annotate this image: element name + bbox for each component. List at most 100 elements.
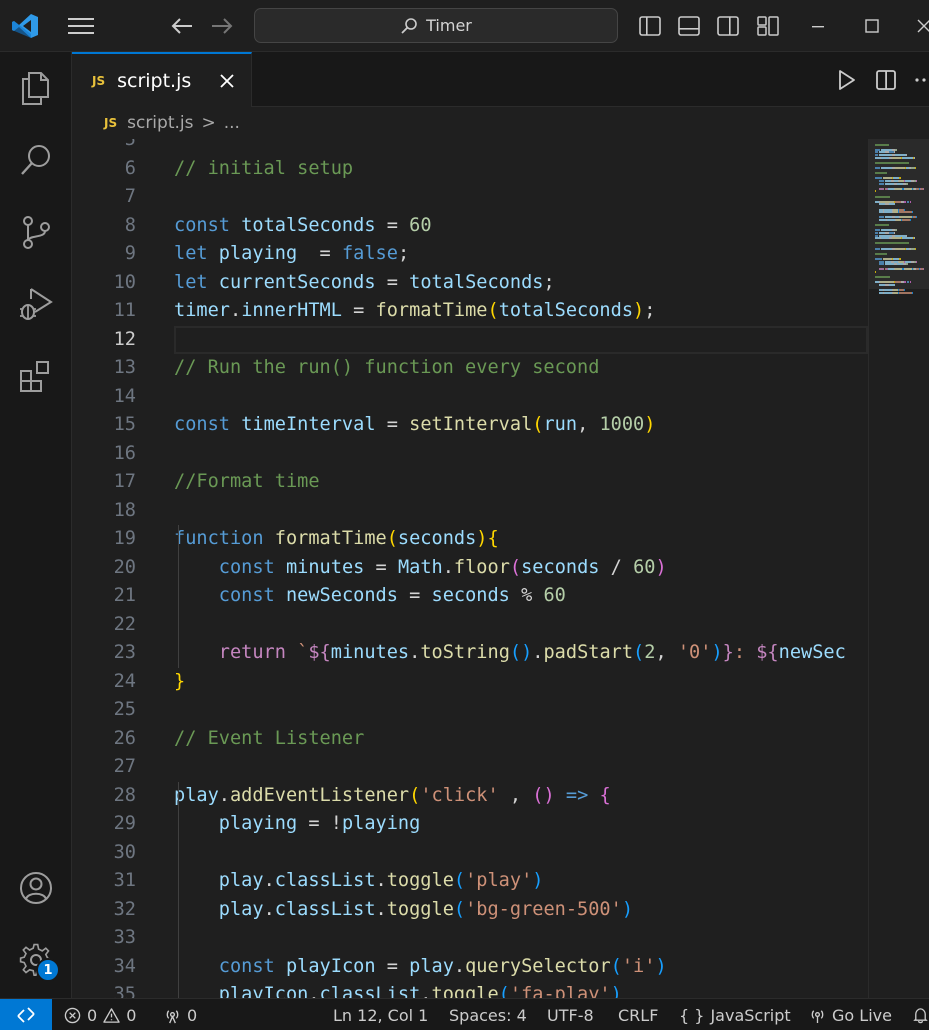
activity-extensions[interactable] [14, 354, 58, 398]
code-line[interactable]: 22 [72, 611, 868, 640]
code-text: playIcon.classList.toggle('fa-play') [218, 984, 622, 998]
minimap[interactable] [868, 139, 929, 998]
code-line[interactable]: 6 // initial setup [72, 155, 868, 184]
activity-explorer[interactable] [14, 66, 58, 110]
toggle-panel-icon[interactable] [677, 14, 701, 38]
customize-layout-icon[interactable] [756, 14, 780, 38]
activity-source-control[interactable] [14, 210, 58, 254]
minimap-token [875, 242, 909, 245]
code-line[interactable]: 10 let currentSeconds = totalSeconds; [72, 269, 868, 298]
line-number: 34 [113, 955, 136, 977]
search-text: Timer [426, 16, 472, 35]
run-icon[interactable] [834, 68, 858, 92]
encoding[interactable]: UTF-8 [547, 999, 594, 1030]
code-line[interactable]: 14 [72, 383, 868, 412]
minimap-token [885, 182, 894, 185]
line-number: 5 [124, 139, 136, 150]
problems-indicator[interactable]: 0 0 [64, 999, 136, 1030]
code-line[interactable]: 20 const minutes = Math.floor(seconds / … [72, 554, 868, 583]
menu-icon[interactable] [66, 14, 96, 38]
code-text: let playing = false; [174, 243, 410, 264]
more-actions-icon[interactable] [912, 68, 929, 92]
code-line[interactable]: 12 [72, 325, 868, 354]
ports-count: 0 [187, 1005, 198, 1025]
line-number: 21 [113, 585, 136, 606]
minimap-token [875, 172, 887, 175]
code-line[interactable]: 30 [72, 839, 868, 868]
code-line[interactable]: 7 [72, 183, 868, 212]
line-number: 24 [113, 670, 136, 692]
code-text: //Format time [174, 471, 320, 492]
tab-label: script.js [117, 69, 192, 92]
ports-indicator[interactable]: 0 [164, 999, 197, 1030]
forward-arrow-icon[interactable] [208, 13, 236, 39]
toggle-primary-sidebar-icon[interactable] [638, 14, 662, 38]
minimap-token [884, 291, 892, 294]
code-line[interactable]: 18 [72, 497, 868, 526]
code-line[interactable]: 8 const totalSeconds = 60 [72, 212, 868, 241]
maximize-icon[interactable] [860, 14, 884, 38]
code-line[interactable]: 35 playIcon.classList.toggle('fa-play') [72, 981, 868, 998]
minimap-token [875, 271, 876, 273]
notifications[interactable] [912, 999, 929, 1030]
code-line[interactable]: 23 return `${minutes.toString().padStart… [72, 639, 868, 668]
minimap-token [895, 268, 902, 271]
run-debug-icon [20, 288, 53, 320]
code-line[interactable]: 21 const newSeconds = seconds % 60 [72, 582, 868, 611]
tab-script-js[interactable]: JS script.js [72, 52, 252, 107]
code-text: play.classList.toggle('play') [218, 870, 544, 891]
go-live-button[interactable]: Go Live [809, 999, 892, 1030]
code-line[interactable]: 11 timer.innerHTML = formatTime(totalSeco… [72, 297, 868, 326]
vscode-logo-icon[interactable] [10, 12, 40, 40]
code-line[interactable]: 17 //Format time [72, 468, 868, 497]
line-number: 11 [113, 300, 136, 321]
breadcrumb-separator: > [201, 113, 216, 133]
activity-search[interactable] [14, 138, 58, 182]
status-bar: 0 0 0 Ln 12, Col 1 Spaces: 4 UTF-8 CRLF … [0, 998, 929, 1030]
minimap-token [916, 216, 917, 219]
minimap-token [912, 291, 913, 294]
code-line[interactable]: 13 // Run the run() function every second [72, 354, 868, 383]
toggle-secondary-sidebar-icon[interactable] [716, 14, 740, 38]
code-editor[interactable]: 5 6 // initial setup 7 8 const totalSeconds =… [72, 139, 868, 998]
error-icon [64, 1007, 81, 1023]
end-of-line[interactable]: CRLF [618, 999, 658, 1030]
split-editor-icon[interactable] [874, 68, 898, 92]
minimap-token [923, 268, 924, 271]
minimap-token [899, 291, 912, 294]
code-text: const newSeconds = seconds % 60 [218, 585, 566, 606]
line-number: 17 [113, 471, 136, 492]
minimize-icon[interactable] [806, 14, 830, 38]
command-center-search[interactable]: Timer [254, 8, 618, 43]
code-line[interactable]: 34 const playIcon = play.querySelector('… [72, 953, 868, 982]
close-window-icon[interactable] [912, 14, 929, 38]
code-line[interactable]: 5 [72, 139, 868, 155]
code-line[interactable]: 27 [72, 753, 868, 782]
minimap-token [910, 219, 911, 221]
minimap-token [875, 161, 909, 164]
code-line[interactable]: 26 // Event Listener [72, 725, 868, 754]
code-line[interactable]: 32 play.classList.toggle('bg-green-500') [72, 896, 868, 925]
code-line[interactable]: 15 const timeInterval = setInterval(run, … [72, 411, 868, 440]
code-line[interactable]: 19 function formatTime(seconds){ [72, 525, 868, 554]
cursor-position[interactable]: Ln 12, Col 1 [333, 999, 428, 1030]
language-mode[interactable]: { } JavaScript [679, 999, 791, 1030]
code-line[interactable]: 33 [72, 924, 868, 953]
code-line[interactable]: 16 [72, 440, 868, 469]
close-icon[interactable] [217, 71, 237, 91]
breadcrumb-file[interactable]: script.js [127, 113, 193, 133]
code-line[interactable]: 29 playing = !playing [72, 810, 868, 839]
back-arrow-icon[interactable] [168, 13, 196, 39]
breadcrumb-symbols[interactable]: ... [224, 113, 240, 133]
remote-indicator[interactable] [0, 999, 52, 1030]
code-line[interactable]: 28 play.addEventListener('click' , () => … [72, 782, 868, 811]
search-icon [21, 145, 50, 175]
code-line[interactable]: 24} [72, 668, 868, 697]
code-line[interactable]: 31 play.classList.toggle('play') [72, 867, 868, 896]
indentation[interactable]: Spaces: 4 [449, 999, 527, 1030]
line-number: 30 [113, 841, 136, 863]
code-line[interactable]: 25 [72, 696, 868, 725]
activity-accounts[interactable] [14, 866, 58, 910]
activity-run-debug[interactable] [14, 282, 58, 326]
code-line[interactable]: 9 let playing = false; [72, 240, 868, 269]
